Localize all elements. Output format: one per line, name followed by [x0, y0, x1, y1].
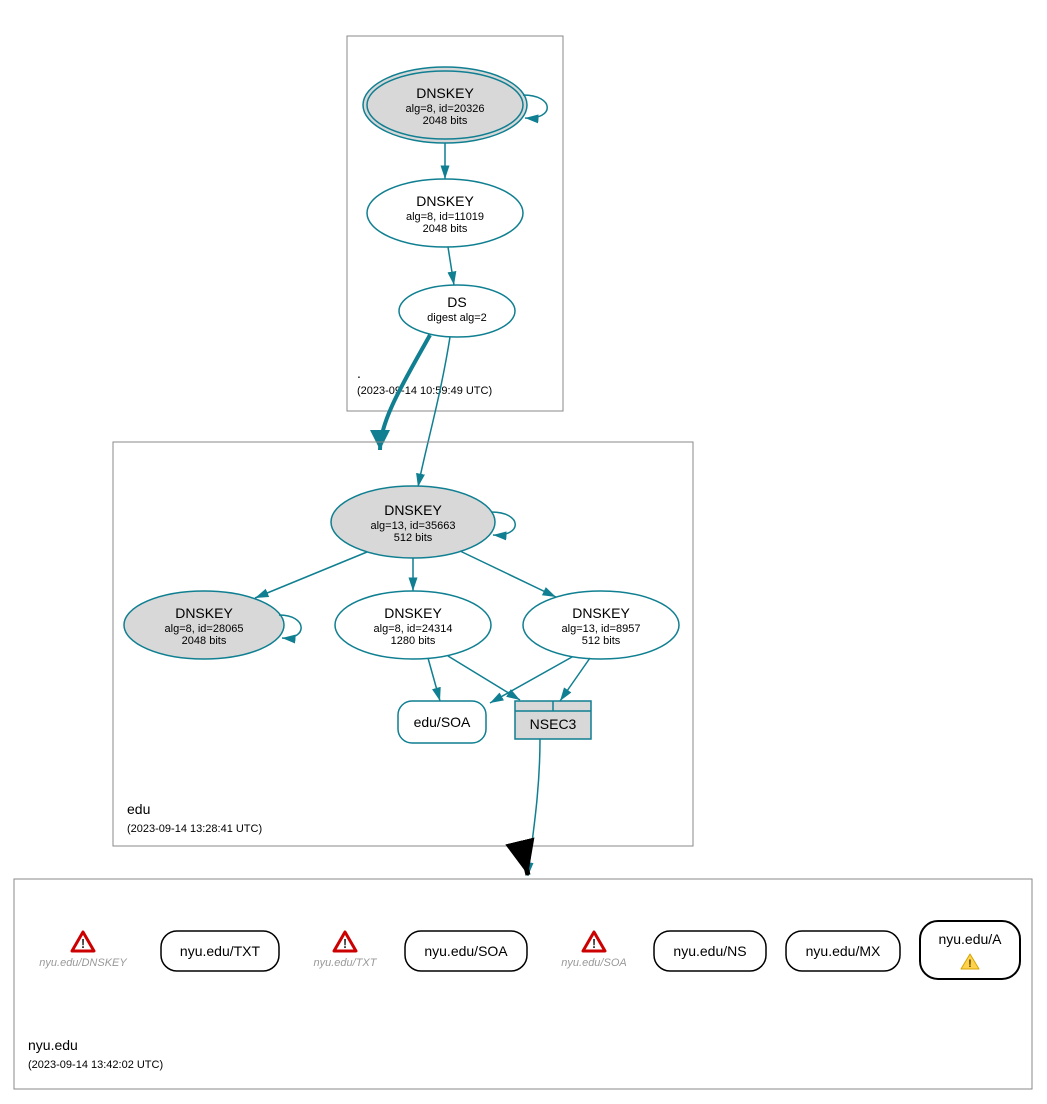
node-edu-zskA: DNSKEY alg=8, id=28065 2048 bits: [124, 591, 284, 659]
node-nyu-a: nyu.edu/A: [920, 921, 1020, 979]
edge-edu-nsec-to-nyu: [528, 739, 540, 876]
edu-zskC-title: DNSKEY: [572, 605, 630, 621]
node-nyu-txt: nyu.edu/TXT: [161, 931, 279, 971]
node-nyu-err-soa: nyu.edu/SOA: [561, 932, 626, 969]
edu-ksk-line2: 512 bits: [394, 532, 433, 544]
edu-zskB-line1: alg=8, id=24314: [374, 623, 453, 635]
edu-zskB-title: DNSKEY: [384, 605, 442, 621]
nyu-soa-label: nyu.edu/SOA: [424, 943, 508, 959]
node-edu-zskC: DNSKEY alg=13, id=8957 512 bits: [523, 591, 679, 659]
zone-root-label: .: [357, 365, 361, 381]
edge-edu-ksk-zskC: [460, 551, 556, 597]
zone-root: DNSKEY alg=8, id=20326 2048 bits DNSKEY …: [347, 36, 563, 411]
node-edu-zskB: DNSKEY alg=8, id=24314 1280 bits: [335, 591, 491, 659]
nyu-err-txt-label: nyu.edu/TXT: [314, 957, 378, 969]
edu-zskC-line2: 512 bits: [582, 635, 621, 647]
root-ds-title: DS: [447, 294, 466, 310]
edge-edu-zskC-nsec: [560, 658, 590, 701]
edge-edu-zskB-soa: [428, 658, 440, 701]
node-nyu-ns: nyu.edu/NS: [654, 931, 766, 971]
warning-icon: [334, 932, 356, 951]
zone-nyu: nyu.edu/DNSKEY nyu.edu/TXT nyu.edu/TXT n…: [14, 879, 1032, 1089]
nyu-err-dnskey-label: nyu.edu/DNSKEY: [39, 957, 127, 969]
edu-nsec-label: NSEC3: [530, 716, 577, 732]
node-root-ds: DS digest alg=2: [399, 285, 515, 337]
node-edu-soa: edu/SOA: [398, 701, 486, 743]
zone-nyu-timestamp: (2023-09-14 13:42:02 UTC): [28, 1059, 163, 1071]
node-edu-nsec3: NSEC3: [515, 701, 591, 739]
edge-edu-zskC-soa: [490, 657, 572, 703]
edu-zskA-line1: alg=8, id=28065: [165, 623, 244, 635]
root-zsk-line1: alg=8, id=11019: [406, 211, 484, 223]
root-ksk-line1: alg=8, id=20326: [406, 103, 485, 115]
node-root-ksk: DNSKEY alg=8, id=20326 2048 bits: [363, 67, 527, 143]
edge-edu-ksk-zskA: [255, 552, 367, 598]
root-ds-line1: digest alg=2: [427, 312, 487, 324]
nyu-ns-label: nyu.edu/NS: [673, 943, 746, 959]
node-edu-ksk: DNSKEY alg=13, id=35663 512 bits: [331, 486, 495, 558]
node-nyu-soa: nyu.edu/SOA: [405, 931, 527, 971]
edge-root-ds-to-edu-ksk: [418, 337, 450, 487]
edge-edu-to-nyu-deleg: [522, 850, 528, 875]
zone-edu: DNSKEY alg=13, id=35663 512 bits DNSKEY …: [113, 442, 693, 846]
nyu-a-label: nyu.edu/A: [938, 931, 1002, 947]
node-nyu-mx: nyu.edu/MX: [786, 931, 900, 971]
warning-icon: [72, 932, 94, 951]
zone-edu-timestamp: (2023-09-14 13:28:41 UTC): [127, 823, 262, 835]
edu-ksk-title: DNSKEY: [384, 502, 442, 518]
nyu-txt-label: nyu.edu/TXT: [180, 943, 261, 959]
edu-zskA-line2: 2048 bits: [182, 635, 227, 647]
nyu-mx-label: nyu.edu/MX: [806, 943, 881, 959]
edu-ksk-line1: alg=13, id=35663: [370, 520, 455, 532]
root-zsk-line2: 2048 bits: [423, 223, 468, 235]
node-nyu-err-dnskey: nyu.edu/DNSKEY: [39, 932, 127, 969]
edu-zskB-line2: 1280 bits: [391, 635, 436, 647]
root-ksk-line2: 2048 bits: [423, 115, 468, 127]
edge-edu-zskB-nsec: [448, 656, 520, 700]
edu-soa-label: edu/SOA: [414, 714, 471, 730]
edu-zskC-line1: alg=13, id=8957: [562, 623, 641, 635]
zone-edu-label: edu: [127, 801, 150, 817]
edge-root-zsk-ds: [448, 247, 454, 285]
zone-nyu-label: nyu.edu: [28, 1037, 78, 1053]
root-zsk-title: DNSKEY: [416, 193, 474, 209]
edu-zskA-title: DNSKEY: [175, 605, 233, 621]
zone-nyu-box: [14, 879, 1032, 1089]
nyu-err-soa-label: nyu.edu/SOA: [561, 957, 626, 969]
node-root-zsk: DNSKEY alg=8, id=11019 2048 bits: [367, 179, 523, 247]
zone-root-timestamp: (2023-09-14 10:59:49 UTC): [357, 385, 492, 397]
warning-icon: [583, 932, 605, 951]
root-ksk-title: DNSKEY: [416, 85, 474, 101]
node-nyu-err-txt: nyu.edu/TXT: [314, 932, 378, 969]
